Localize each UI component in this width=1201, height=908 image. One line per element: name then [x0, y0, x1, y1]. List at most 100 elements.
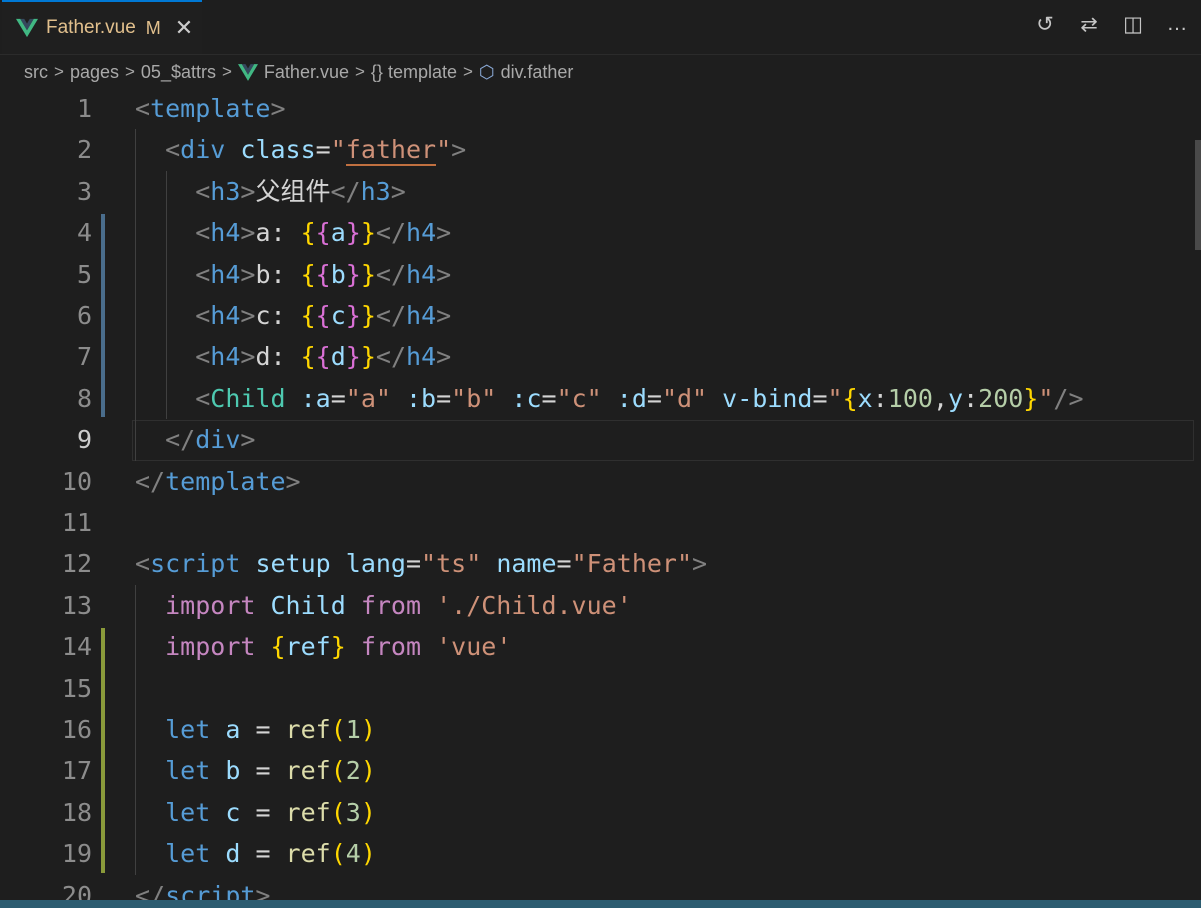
code-content: </div>	[135, 419, 255, 460]
code-line[interactable]: 16 let a = ref(1)	[0, 709, 1201, 750]
code-token: d	[225, 839, 241, 869]
editor-tab[interactable]: Father.vue M ✕	[2, 0, 202, 54]
scrollbar-thumb[interactable]	[1195, 140, 1201, 250]
code-token: }	[345, 301, 361, 330]
line-number: 3	[76, 176, 92, 206]
breadcrumb-item[interactable]: {} template	[371, 62, 457, 83]
code-token: :a	[300, 383, 331, 413]
line-number: 17	[61, 756, 92, 786]
code-token: "	[827, 383, 843, 413]
code-token: )	[360, 839, 376, 869]
code-token: =	[405, 549, 422, 579]
code-token: ref	[285, 797, 331, 827]
code-line[interactable]: 14 import {ref} from 'vue'	[0, 626, 1201, 667]
code-token: (	[330, 797, 346, 827]
code-token: 2	[345, 756, 361, 786]
code-content: let d = ref(4)	[135, 833, 376, 874]
code-line[interactable]: 1 <template>	[0, 88, 1201, 129]
breadcrumb-item[interactable]: pages	[70, 62, 119, 83]
breadcrumb-item[interactable]: 05_$attrs	[141, 62, 216, 83]
code-line[interactable]: 13 import Child from './Child.vue'	[0, 585, 1201, 626]
compare-changes-icon[interactable]: ⇄	[1075, 10, 1103, 38]
code-token: </	[375, 301, 407, 330]
breadcrumb-item[interactable]: div.father	[501, 62, 574, 83]
breadcrumb-item[interactable]: Father.vue	[264, 62, 349, 83]
code-token: >	[692, 549, 708, 579]
line-number: 8	[76, 383, 92, 413]
code-token: name	[496, 549, 557, 579]
breadcrumb-separator: >	[462, 62, 473, 81]
code-line[interactable]: 17 let b = ref(2)	[0, 750, 1201, 791]
code-token: =	[240, 756, 286, 786]
code-line[interactable]: 10 </template>	[0, 461, 1201, 502]
code-line[interactable]: 3 <h3>父组件</h3>	[0, 171, 1201, 212]
code-line[interactable]: 7 <h4>d: {{d}}</h4>	[0, 336, 1201, 377]
status-bar-edge	[0, 900, 1201, 908]
split-editor-icon[interactable]: ◫	[1119, 10, 1147, 38]
code-token: d	[330, 342, 346, 372]
code-token: :d	[616, 383, 647, 413]
code-token: import	[165, 590, 256, 620]
code-token: <	[195, 218, 211, 248]
code-token: v-bind	[722, 383, 813, 413]
code-line[interactable]: 5 <h4>b: {{b}}</h4>	[0, 254, 1201, 295]
code-token: setup	[255, 549, 331, 579]
code-token: >	[436, 218, 452, 248]
close-icon[interactable]: ✕	[175, 15, 193, 41]
code-token: {	[315, 218, 331, 248]
code-line[interactable]: 12 <script setup lang="ts" name="Father">	[0, 543, 1201, 584]
code-content: </template>	[135, 461, 301, 502]
line-number: 9	[76, 425, 92, 455]
code-line[interactable]: 6 <h4>c: {{c}}</h4>	[0, 295, 1201, 336]
code-token: class	[240, 135, 316, 165]
code-line[interactable]: 19 let d = ref(4)	[0, 833, 1201, 874]
code-line[interactable]: 15	[0, 668, 1201, 709]
code-line[interactable]: 18 let c = ref(3)	[0, 792, 1201, 833]
code-line[interactable]: 8 <Child :a="a" :b="b" :c="c" :d="d" v-b…	[0, 378, 1201, 419]
timeline-icon[interactable]: ↺	[1031, 10, 1059, 38]
code-token: ref	[285, 715, 331, 744]
line-number: 4	[76, 218, 92, 248]
code-line[interactable]: 11	[0, 502, 1201, 543]
code-token: >	[436, 259, 452, 289]
code-token: let	[165, 715, 211, 744]
code-line[interactable]: 2 <div class="father">	[0, 129, 1201, 170]
code-token: }	[360, 301, 376, 330]
code-token: h4	[406, 301, 437, 330]
code-token: </	[330, 176, 361, 206]
code-token: >	[240, 176, 256, 206]
code-content: <script setup lang="ts" name="Father">	[135, 543, 707, 584]
line-number: 6	[76, 301, 92, 330]
code-token: Child	[270, 590, 346, 620]
code-token: (	[330, 756, 346, 786]
breadcrumb: src > pages >05_$attrs > Father.vue > {} templa…	[0, 54, 1201, 90]
code-token: b:	[255, 259, 301, 289]
code-token: {	[315, 259, 331, 289]
breadcrumb-item[interactable]: src	[24, 62, 48, 83]
code-line[interactable]: 4 <h4>a: {{a}}</h4>	[0, 212, 1201, 253]
code-token: father	[345, 135, 437, 167]
code-line[interactable]: 9 </div>	[0, 419, 1201, 460]
code-content: <template>	[135, 88, 286, 129]
more-actions-icon[interactable]: …	[1163, 10, 1191, 38]
breadcrumb-separator: >	[221, 62, 232, 81]
code-token: h3	[210, 176, 241, 206]
code-content: <h3>父组件</h3>	[135, 171, 406, 212]
code-editor[interactable]: 1 <template> 2 <div class="father"> 3 <h3>父…	[0, 88, 1201, 908]
code-token: ,	[932, 383, 949, 413]
code-token: h3	[360, 176, 391, 206]
